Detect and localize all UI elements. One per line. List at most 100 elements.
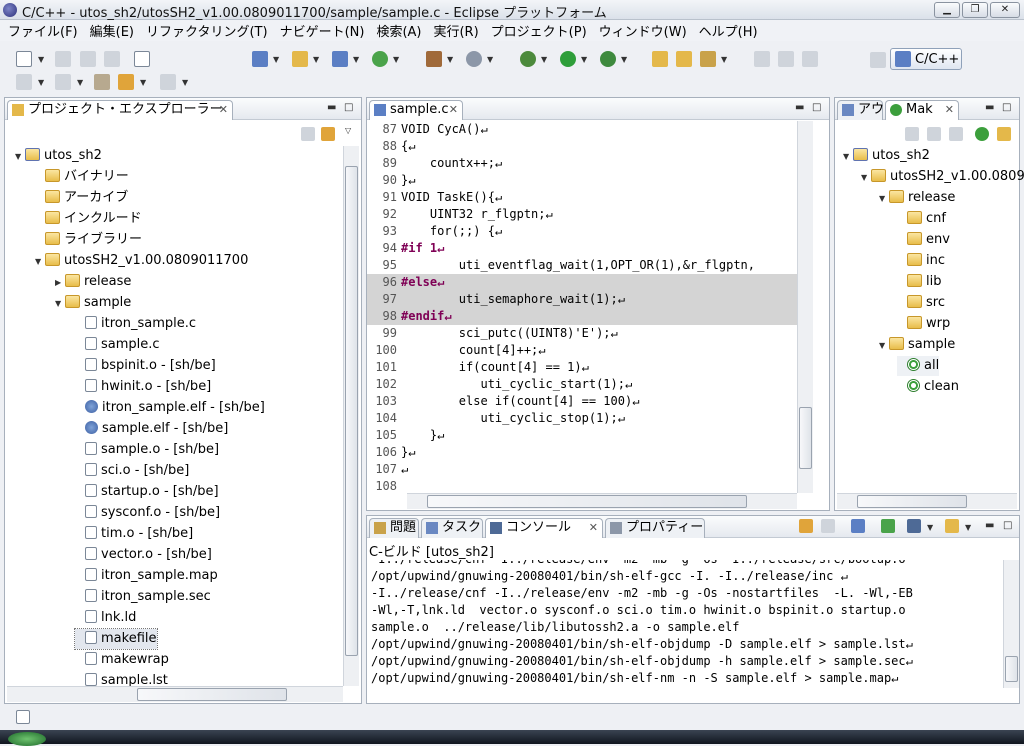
block-select-icon[interactable] bbox=[802, 51, 818, 67]
home-icon[interactable] bbox=[905, 127, 919, 141]
scroll-thumb[interactable] bbox=[1005, 656, 1018, 682]
tree-item[interactable]: sample.c bbox=[75, 335, 160, 355]
tree-item[interactable]: ▼ sample bbox=[55, 293, 131, 313]
minimize-button[interactable]: ▁ bbox=[934, 2, 960, 18]
open-perspective-icon[interactable] bbox=[870, 52, 886, 68]
maximize-icon[interactable]: □ bbox=[1002, 102, 1011, 113]
tree-item[interactable]: sci.o - [sh/be] bbox=[75, 461, 189, 481]
chevron-down-icon[interactable]: ▼ bbox=[38, 78, 44, 87]
menu-run[interactable]: 実行(R) bbox=[429, 21, 482, 40]
tree-item[interactable]: inc bbox=[897, 251, 945, 271]
tree-item[interactable]: ▶ release bbox=[55, 272, 131, 292]
tab-sample-c[interactable]: sample.c ✕ bbox=[369, 100, 463, 120]
binary-icon[interactable] bbox=[134, 51, 150, 67]
pin-console-icon[interactable] bbox=[881, 519, 895, 533]
tree-item[interactable]: clean bbox=[897, 377, 959, 397]
code-line[interactable]: 101 if(count[4] == 1)↵ bbox=[367, 359, 797, 376]
tree-item[interactable]: src bbox=[897, 293, 945, 313]
chevron-down-icon[interactable]: ▼ bbox=[77, 78, 83, 87]
build-icon[interactable] bbox=[426, 51, 442, 67]
code-line[interactable]: 97 uti_semaphore_wait(1);↵ bbox=[367, 291, 797, 308]
open-console-icon[interactable] bbox=[945, 519, 959, 533]
forward-icon[interactable] bbox=[160, 74, 176, 90]
tab-make-targets[interactable]: Mak ✕ bbox=[885, 100, 959, 120]
back-icon[interactable] bbox=[118, 74, 134, 90]
new-source-icon[interactable] bbox=[332, 51, 348, 67]
expand-toggle-icon[interactable]: ▼ bbox=[879, 336, 889, 356]
code-line[interactable]: 90}↵ bbox=[367, 172, 797, 189]
maximize-icon[interactable]: □ bbox=[344, 102, 353, 113]
print-icon[interactable] bbox=[104, 51, 120, 67]
build-target-icon[interactable] bbox=[975, 127, 989, 141]
menu-help[interactable]: ヘルプ(H) bbox=[695, 21, 762, 40]
tab-properties[interactable]: プロパティー bbox=[605, 518, 705, 538]
maximize-icon[interactable]: □ bbox=[812, 102, 821, 113]
tree-item[interactable]: ▼ utos_sh2 bbox=[843, 146, 930, 166]
tree-item[interactable]: makewrap bbox=[75, 650, 169, 670]
tree-item[interactable]: ▼ sample bbox=[879, 335, 955, 355]
scroll-thumb[interactable] bbox=[799, 407, 812, 469]
code-line[interactable]: 89 countx++;↵ bbox=[367, 155, 797, 172]
menu-search[interactable]: 検索(A) bbox=[372, 21, 425, 40]
scroll-thumb[interactable] bbox=[137, 688, 287, 701]
tree-item[interactable]: ▼ utosSH2_v1.00.0809011700 bbox=[35, 251, 248, 271]
close-icon[interactable]: ✕ bbox=[945, 101, 954, 119]
tree-item[interactable]: バイナリー bbox=[35, 167, 129, 187]
minimize-icon[interactable]: ▬ bbox=[985, 520, 994, 531]
maximize-icon[interactable]: □ bbox=[1003, 520, 1012, 531]
link-editor-icon[interactable] bbox=[321, 127, 335, 141]
console-vscroll[interactable] bbox=[1003, 560, 1019, 688]
close-button[interactable]: ✕ bbox=[990, 2, 1020, 18]
tab-problems[interactable]: 問題 bbox=[369, 518, 419, 538]
tree-item[interactable]: tim.o - [sh/be] bbox=[75, 524, 193, 544]
save-console-icon[interactable] bbox=[851, 519, 865, 533]
close-icon[interactable]: ✕ bbox=[449, 101, 458, 119]
tree-item[interactable]: bspinit.o - [sh/be] bbox=[75, 356, 216, 376]
tab-outline[interactable]: アウ bbox=[837, 100, 884, 120]
maximize-button[interactable]: ❐ bbox=[962, 2, 988, 18]
new-folder-icon[interactable] bbox=[292, 51, 308, 67]
scroll-lock-icon[interactable] bbox=[799, 519, 813, 533]
tree-item[interactable]: sysconf.o - [sh/be] bbox=[75, 503, 220, 523]
tab-project-explorer[interactable]: プロジェクト・エクスプローラー ✕ bbox=[7, 100, 233, 120]
new-class-icon[interactable] bbox=[372, 51, 388, 67]
search-icon[interactable] bbox=[700, 51, 716, 67]
code-line[interactable]: 91 VOID TaskE(){↵ bbox=[367, 189, 797, 206]
debug-icon[interactable] bbox=[520, 51, 536, 67]
tree-item[interactable]: startup.o - [sh/be] bbox=[75, 482, 219, 502]
code-line[interactable]: 100 count[4]++;↵ bbox=[367, 342, 797, 359]
tree-item[interactable]: cnf bbox=[897, 209, 946, 229]
code-line[interactable]: 106}↵ bbox=[367, 444, 797, 461]
code-line[interactable]: 105 }↵ bbox=[367, 427, 797, 444]
code-line[interactable]: 93 for(;;) {↵ bbox=[367, 223, 797, 240]
tree-item[interactable]: wrp bbox=[897, 314, 950, 334]
chevron-down-icon[interactable]: ▼ bbox=[353, 55, 359, 64]
tree-item[interactable]: all bbox=[897, 356, 940, 376]
chevron-down-icon[interactable]: ▼ bbox=[541, 55, 547, 64]
tree-item[interactable]: itron_sample.sec bbox=[75, 587, 211, 607]
annotation-icon[interactable] bbox=[754, 51, 770, 67]
target-icon[interactable] bbox=[466, 51, 482, 67]
perspective-cpp-button[interactable]: C/C++ bbox=[890, 48, 962, 70]
external-tools-icon[interactable] bbox=[600, 51, 616, 67]
save-all-icon[interactable] bbox=[80, 51, 96, 67]
code-area[interactable]: 87 VOID CycA()↵ 88 {↵ 89 countx++;↵ 90}↵ 91 VOI… bbox=[367, 121, 797, 493]
run-icon[interactable] bbox=[560, 51, 576, 67]
menu-refactor[interactable]: リファクタリング(T) bbox=[142, 21, 272, 40]
code-line[interactable]: 96 #else↵ bbox=[367, 274, 797, 291]
expand-toggle-icon[interactable]: ▼ bbox=[15, 147, 25, 167]
fast-view-icon[interactable] bbox=[16, 710, 30, 724]
toggle-mark-icon[interactable] bbox=[778, 51, 794, 67]
tree-item[interactable]: makefile bbox=[74, 628, 158, 650]
tree-item[interactable]: hwinit.o - [sh/be] bbox=[75, 377, 211, 397]
console-output[interactable]: -I../release/cnf -I../release/env -m2 -m… bbox=[367, 560, 1003, 688]
tree-item[interactable]: env bbox=[897, 230, 950, 250]
menu-window[interactable]: ウィンドウ(W) bbox=[595, 21, 691, 40]
menu-project[interactable]: プロジェクト(P) bbox=[487, 21, 591, 40]
code-line[interactable]: 88 {↵ bbox=[367, 138, 797, 155]
tree-item[interactable]: itron_sample.c bbox=[75, 314, 196, 334]
tree-item[interactable]: sample.elf - [sh/be] bbox=[75, 419, 228, 439]
tree-item[interactable]: lib bbox=[897, 272, 941, 292]
scroll-thumb[interactable] bbox=[427, 495, 747, 508]
expand-toggle-icon[interactable]: ▶ bbox=[55, 273, 65, 293]
